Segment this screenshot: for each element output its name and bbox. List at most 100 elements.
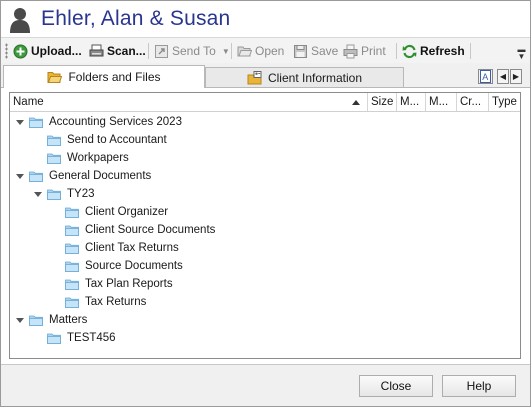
overflow-chevron-icon: ▬ ▼ <box>517 45 526 61</box>
folder-icon <box>65 297 79 308</box>
tree-row-label: Send to Accountant <box>67 134 167 146</box>
toolbar-separator <box>231 43 232 59</box>
chevron-left-icon: ◀ <box>499 72 507 81</box>
tab-client-information-label: Client Information <box>267 71 363 85</box>
dialog-footer: Close Help <box>1 364 530 406</box>
folder-icon <box>47 333 61 344</box>
help-button[interactable]: Help <box>442 375 516 397</box>
document-a-icon: A <box>480 70 491 83</box>
tree-row[interactable]: TY23 <box>33 185 95 203</box>
tree-row-label: TEST456 <box>67 332 116 344</box>
expand-chevron-icon[interactable] <box>15 117 25 127</box>
save-button[interactable]: Save <box>293 42 338 60</box>
column-header-modified-1[interactable]: M... <box>397 93 426 111</box>
open-folder-icon <box>237 46 252 56</box>
send-to-label: Send To <box>172 44 216 58</box>
tree-row-label: General Documents <box>49 170 152 182</box>
folder-icon <box>29 171 43 182</box>
tree-row[interactable]: General Documents <box>15 167 151 185</box>
printer-icon <box>343 44 358 58</box>
folder-icon <box>65 207 79 218</box>
svg-text:A: A <box>482 72 488 82</box>
tree-row[interactable]: Source Documents <box>51 257 183 275</box>
toolbar-overflow-button[interactable]: ▬ ▼ <box>517 45 526 61</box>
folder-icon <box>29 315 43 326</box>
expand-chevron-icon[interactable] <box>15 315 25 325</box>
column-header-modified-2[interactable]: M... <box>426 93 457 111</box>
tree-row-label: TY23 <box>67 188 95 200</box>
column-header-name[interactable]: Name <box>10 93 368 111</box>
add-circle-icon <box>13 44 28 58</box>
folder-icon <box>47 189 61 200</box>
send-to-icon <box>155 44 168 58</box>
chevron-right-icon: ▶ <box>512 72 520 81</box>
floppy-disk-icon <box>294 44 307 58</box>
chevron-down-icon: ▼ <box>221 46 230 56</box>
tree-row-label: Workpapers <box>67 152 129 164</box>
refresh-button[interactable]: Refresh <box>402 42 465 60</box>
client-documents-window: Ehler, Alan & Susan Upload... Scan... Se… <box>0 0 531 407</box>
tree-row-label: Client Tax Returns <box>85 242 179 254</box>
folder-icon <box>29 117 43 128</box>
file-tree-grid[interactable]: Name Size M... M... Cr... Type Accountin… <box>9 92 521 359</box>
expand-chevron-icon[interactable] <box>15 171 25 181</box>
column-header-created[interactable]: Cr... <box>457 93 489 111</box>
tree-row[interactable]: Client Tax Returns <box>51 239 179 257</box>
tree-row[interactable]: Client Organizer <box>51 203 168 221</box>
tree-row[interactable]: Accounting Services 2023 <box>15 113 182 131</box>
refresh-icon <box>402 44 417 58</box>
upload-button[interactable]: Upload... <box>13 42 82 60</box>
window-header: Ehler, Alan & Susan <box>1 1 530 37</box>
folder-icon <box>47 135 61 146</box>
tree-row-label: Accounting Services 2023 <box>49 116 182 128</box>
expand-chevron-icon[interactable] <box>33 189 43 199</box>
document-view-button[interactable]: A <box>478 69 493 84</box>
tab-scroll-right-button[interactable]: ▶ <box>510 69 522 84</box>
folder-open-icon <box>47 71 63 83</box>
column-header-row: Name Size M... M... Cr... Type <box>10 93 520 112</box>
tree-row[interactable]: Send to Accountant <box>33 131 167 149</box>
tree-row[interactable]: Client Source Documents <box>51 221 215 239</box>
tree-row[interactable]: Tax Plan Reports <box>51 275 173 293</box>
tab-folders-and-files-label: Folders and Files <box>68 70 161 84</box>
tab-folders-and-files[interactable]: Folders and Files <box>3 65 205 88</box>
person-icon <box>10 8 30 33</box>
toolbar: Upload... Scan... Send To ▼ Open Save Pr… <box>1 37 530 63</box>
tree-row-label: Client Source Documents <box>85 224 216 236</box>
folder-icon <box>65 225 79 236</box>
folder-icon <box>65 261 79 272</box>
scanner-icon <box>89 44 104 56</box>
tree-row-label: Source Documents <box>85 260 183 272</box>
tree-row[interactable]: Workpapers <box>33 149 129 167</box>
toolbar-separator <box>148 43 149 59</box>
save-label: Save <box>311 44 339 58</box>
upload-label: Upload... <box>31 44 82 58</box>
toolbar-grip[interactable] <box>5 43 8 59</box>
folders-panel: Name Size M... M... Cr... Type Accountin… <box>1 87 530 364</box>
tree-row[interactable]: Tax Returns <box>51 293 146 311</box>
tab-scroll-left-button[interactable]: ◀ <box>497 69 509 84</box>
close-button[interactable]: Close <box>359 375 433 397</box>
folder-icon <box>47 153 61 164</box>
send-to-button[interactable]: Send To ▼ <box>154 42 230 60</box>
tab-client-information[interactable]: Client Information <box>205 67 404 88</box>
tree-row-label: Client Organizer <box>85 206 169 218</box>
tree-row[interactable]: Matters <box>15 311 87 329</box>
column-header-size[interactable]: Size <box>368 93 397 111</box>
column-header-name-label: Name <box>13 96 44 108</box>
folder-icon <box>65 243 79 254</box>
scan-label: Scan... <box>107 44 146 58</box>
print-label: Print <box>361 44 386 58</box>
print-button[interactable]: Print <box>343 42 386 60</box>
toolbar-separator <box>396 43 397 59</box>
sort-ascending-icon <box>352 100 360 105</box>
client-name-title: Ehler, Alan & Susan <box>41 7 231 30</box>
column-header-type[interactable]: Type <box>489 93 520 111</box>
open-button[interactable]: Open <box>237 42 284 60</box>
refresh-label: Refresh <box>420 44 465 58</box>
folder-icon <box>65 279 79 290</box>
tree-row[interactable]: TEST456 <box>33 329 116 347</box>
client-info-icon <box>247 71 262 85</box>
scan-button[interactable]: Scan... <box>89 42 146 60</box>
tree-row-label: Matters <box>49 314 88 326</box>
